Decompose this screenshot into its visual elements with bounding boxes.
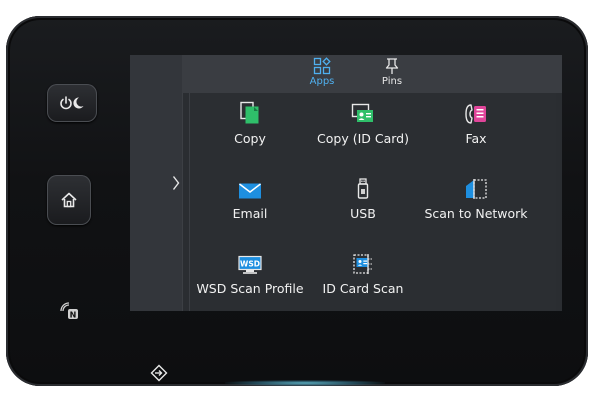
- apps-grid-icon: [313, 57, 331, 75]
- app-scan-to-network-label: Scan to Network: [424, 206, 528, 221]
- apps-grid: Copy Copy (ID Card) Fax Email USB Scan t…: [189, 93, 556, 311]
- nfc-icon: N: [60, 302, 78, 319]
- app-email-label: Email: [232, 206, 268, 221]
- tab-pins-label: Pins: [381, 76, 403, 87]
- wsd-scan-icon: WSD: [238, 255, 262, 274]
- email-icon: [239, 183, 261, 199]
- app-copy-label: Copy: [234, 131, 266, 146]
- app-id-card-scan-label: ID Card Scan: [322, 281, 404, 296]
- app-fax[interactable]: Fax: [416, 99, 536, 155]
- tab-pins[interactable]: Pins: [368, 57, 416, 91]
- app-copy-id-card-label: Copy (ID Card): [317, 131, 409, 146]
- home-button[interactable]: [47, 175, 91, 225]
- app-copy-id-card[interactable]: Copy (ID Card): [303, 99, 423, 155]
- wsd-icon-text: WSD: [240, 260, 260, 269]
- wireless-wps-button[interactable]: [150, 364, 168, 386]
- tab-apps-label: Apps: [309, 76, 335, 87]
- copy-id-card-icon: [351, 103, 373, 122]
- scan-to-network-icon: [466, 179, 487, 199]
- app-usb[interactable]: USB: [303, 174, 423, 230]
- usb-icon: [357, 178, 369, 199]
- app-wsd-scan-profile[interactable]: WSD WSD Scan Profile: [190, 249, 310, 305]
- fax-icon: [465, 104, 486, 124]
- pin-icon: [385, 58, 399, 74]
- home-icon: [61, 192, 77, 208]
- chevron-right-icon: [172, 176, 180, 190]
- power-sleep-button[interactable]: [47, 84, 97, 122]
- copy-icon: [240, 101, 259, 124]
- power-sleep-icon: [60, 96, 84, 110]
- wps-diamond-arrow-icon: [150, 364, 168, 382]
- id-card-scan-icon: [353, 254, 372, 274]
- tab-bar: Apps Pins: [182, 55, 562, 93]
- app-wsd-scan-profile-label: WSD Scan Profile: [196, 281, 304, 296]
- nfc-icon-letter: N: [70, 310, 77, 319]
- app-fax-label: Fax: [465, 131, 487, 146]
- touch-screen: Apps Pins Copy Copy (ID Card) Fax Email …: [130, 55, 562, 311]
- app-email[interactable]: Email: [190, 174, 310, 230]
- app-copy[interactable]: Copy: [190, 99, 310, 155]
- expand-side-panel-button[interactable]: [168, 173, 184, 193]
- nfc-reader: N: [60, 300, 80, 324]
- tab-apps[interactable]: Apps: [298, 57, 346, 91]
- app-scan-to-network[interactable]: Scan to Network: [416, 174, 536, 230]
- app-id-card-scan[interactable]: ID Card Scan: [303, 249, 423, 305]
- status-light-bar: [225, 380, 385, 386]
- app-usb-label: USB: [350, 206, 376, 221]
